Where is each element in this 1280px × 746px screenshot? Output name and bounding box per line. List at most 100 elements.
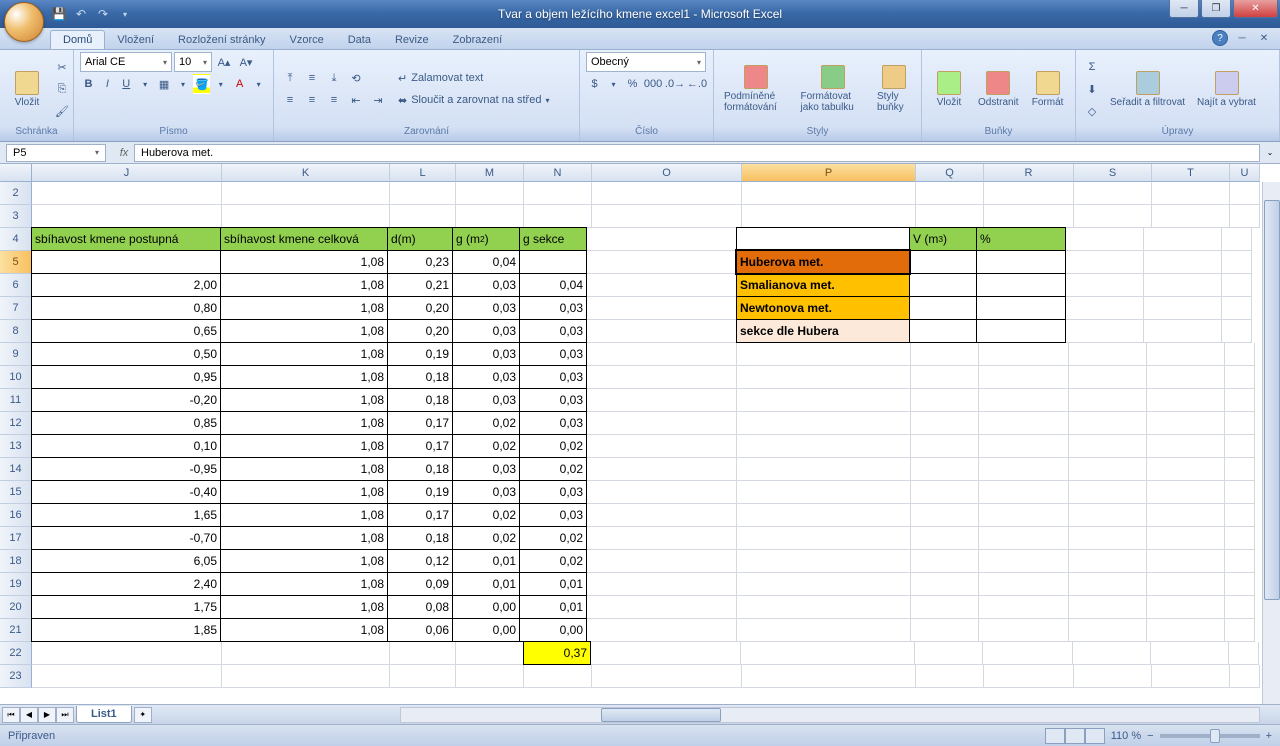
cell[interactable]: 1,08 (220, 618, 388, 642)
cell[interactable]: 0,08 (387, 595, 453, 619)
cell[interactable]: -0,20 (31, 388, 221, 412)
cell[interactable] (916, 665, 984, 688)
cell[interactable] (1222, 274, 1252, 297)
cell[interactable] (587, 596, 737, 619)
cell[interactable] (587, 389, 737, 412)
sheet-nav-next[interactable]: ▶ (38, 707, 56, 723)
cell[interactable]: 1,08 (220, 250, 388, 274)
cell[interactable]: 0,12 (387, 549, 453, 573)
horizontal-scrollbar[interactable] (400, 707, 1260, 723)
cell[interactable] (587, 619, 737, 642)
row-header-6[interactable]: 6 (0, 274, 32, 297)
cell[interactable] (976, 319, 1066, 343)
inc-indent-icon[interactable]: ⇥ (368, 90, 388, 110)
cell[interactable] (587, 320, 737, 343)
cell[interactable] (32, 665, 222, 688)
hscroll-thumb[interactable] (601, 708, 721, 722)
cell[interactable] (911, 527, 979, 550)
cell[interactable] (587, 550, 737, 573)
cell[interactable]: 1,08 (220, 296, 388, 320)
align-top-icon[interactable]: ⤒ (280, 68, 300, 88)
border-button[interactable]: ▦ (156, 74, 173, 94)
name-box[interactable]: P5▾ (6, 144, 106, 162)
zoom-thumb[interactable] (1210, 729, 1220, 743)
cell[interactable]: 1,08 (220, 388, 388, 412)
percent-icon[interactable]: % (624, 74, 641, 94)
cell[interactable] (984, 182, 1074, 205)
cell[interactable] (1230, 182, 1260, 205)
cell-P7[interactable]: Newtonova met. (736, 296, 910, 320)
underline-button[interactable]: U (118, 74, 135, 94)
cell[interactable] (1147, 343, 1225, 366)
cell[interactable] (742, 205, 916, 228)
cell[interactable] (1225, 389, 1255, 412)
cell[interactable] (587, 504, 737, 527)
cell[interactable]: 0,18 (387, 365, 453, 389)
cell[interactable] (1147, 596, 1225, 619)
cell[interactable]: 0,01 (452, 549, 520, 573)
cell[interactable] (737, 573, 911, 596)
italic-button[interactable]: I (99, 74, 116, 94)
cell[interactable] (1069, 366, 1147, 389)
qat-redo-icon[interactable]: ↷ (94, 5, 112, 23)
cell[interactable] (1147, 458, 1225, 481)
cell[interactable] (1147, 435, 1225, 458)
row-header-23[interactable]: 23 (0, 665, 32, 688)
qat-undo-icon[interactable]: ↶ (72, 5, 90, 23)
spreadsheet-grid[interactable]: JKLMNOPQRSTU 234567891011121314151617181… (0, 164, 1280, 704)
cell[interactable]: 1,75 (31, 595, 221, 619)
cell[interactable] (519, 250, 587, 274)
ribbon-close-icon[interactable]: ✕ (1256, 30, 1272, 46)
sheet-new-icon[interactable]: ✦ (134, 707, 152, 723)
cell[interactable] (1225, 481, 1255, 504)
zoom-level[interactable]: 110 % (1111, 730, 1141, 742)
cell[interactable]: 0,00 (452, 618, 520, 642)
cell[interactable] (1147, 504, 1225, 527)
cell[interactable]: 0,18 (387, 388, 453, 412)
cell[interactable] (911, 458, 979, 481)
cell[interactable] (1069, 412, 1147, 435)
row-header-19[interactable]: 19 (0, 573, 32, 596)
dec-indent-icon[interactable]: ⇤ (346, 90, 366, 110)
cell[interactable] (591, 642, 741, 665)
formula-input[interactable]: Huberova met. (134, 144, 1260, 162)
vscroll-thumb[interactable] (1264, 200, 1280, 600)
cell[interactable] (737, 412, 911, 435)
cell[interactable]: 0,03 (452, 273, 520, 297)
cell[interactable] (32, 205, 222, 228)
cell[interactable] (1074, 205, 1152, 228)
cell[interactable] (1147, 389, 1225, 412)
cell[interactable] (979, 481, 1069, 504)
border-dd-icon[interactable]: ▾ (175, 74, 192, 94)
cell[interactable] (741, 642, 915, 665)
cell[interactable]: 0,03 (519, 342, 587, 366)
cell[interactable]: -0,95 (31, 457, 221, 481)
row-header-14[interactable]: 14 (0, 458, 32, 481)
cell[interactable]: 0,03 (519, 388, 587, 412)
zoom-slider[interactable] (1160, 734, 1260, 738)
col-header-K[interactable]: K (222, 164, 390, 182)
copy-icon[interactable]: ⎘ (52, 79, 72, 99)
cell[interactable] (456, 665, 524, 688)
cell[interactable] (1229, 642, 1259, 665)
bold-button[interactable]: B (80, 74, 97, 94)
cell[interactable] (1144, 228, 1222, 251)
cell[interactable] (1147, 619, 1225, 642)
hdr-K[interactable]: sbíhavost kmene celková (220, 227, 388, 251)
cell[interactable] (1144, 320, 1222, 343)
cell[interactable] (742, 182, 916, 205)
cell[interactable]: 0,09 (387, 572, 453, 596)
cell[interactable]: 0,02 (519, 549, 587, 573)
cell[interactable] (222, 182, 390, 205)
cell[interactable]: 1,08 (220, 342, 388, 366)
cell[interactable] (1222, 320, 1252, 343)
cell[interactable] (1222, 297, 1252, 320)
select-all-corner[interactable] (0, 164, 32, 182)
cell[interactable] (737, 366, 911, 389)
cell[interactable]: 1,08 (220, 549, 388, 573)
zoom-in-icon[interactable]: + (1266, 730, 1272, 742)
cell[interactable] (976, 250, 1066, 274)
dec-decimal-icon[interactable]: ←.0 (687, 74, 707, 94)
cell[interactable] (911, 481, 979, 504)
insert-cells-button[interactable]: Vložit (928, 69, 970, 110)
